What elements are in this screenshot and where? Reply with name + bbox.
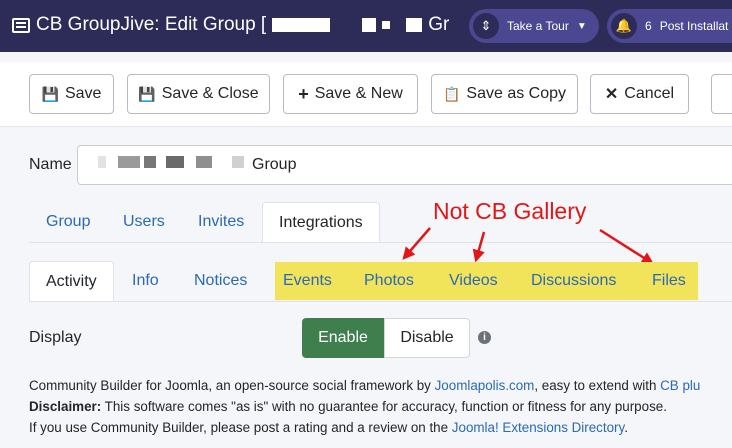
display-label: Display (29, 329, 82, 346)
footer-text: Community Builder for Joomla, an open-so… (29, 378, 435, 393)
tab-events[interactable]: Events (283, 261, 332, 301)
tab-notices[interactable]: Notices (194, 261, 247, 301)
footer-line-3: If you use Community Builder, please pos… (29, 420, 628, 435)
disable-button[interactable]: Disable (384, 318, 470, 358)
disclaimer-text: This software comes "as is" with no guar… (101, 399, 667, 414)
disclaimer-label: Disclaimer: (29, 399, 102, 414)
arrow-to-videos (472, 231, 486, 263)
tab-discussions[interactable]: Discussions (531, 261, 616, 301)
info-icon[interactable]: i (478, 331, 491, 344)
arrow-to-photos (402, 227, 431, 260)
tab-photos[interactable]: Photos (364, 261, 414, 301)
footer-text: . (624, 420, 628, 435)
tab-divider (29, 301, 732, 302)
footer-text: , easy to extend with (534, 378, 661, 393)
arrow-to-files (599, 228, 655, 265)
joomlapolis-link[interactable]: Joomlapolis.com (435, 378, 535, 393)
tab-files[interactable]: Files (652, 261, 686, 301)
cb-plugins-link[interactable]: CB plu (660, 378, 700, 393)
tab-videos[interactable]: Videos (449, 261, 498, 301)
tab-info[interactable]: Info (132, 261, 159, 301)
footer-text: If you use Community Builder, please pos… (29, 420, 452, 435)
tab-activity[interactable]: Activity (29, 261, 114, 301)
footer-line-1: Community Builder for Joomla, an open-so… (29, 378, 700, 393)
footer-line-2: Disclaimer: This software comes "as is" … (29, 399, 667, 414)
enable-button[interactable]: Enable (302, 318, 384, 358)
jed-link[interactable]: Joomla! Extensions Directory (452, 420, 624, 435)
